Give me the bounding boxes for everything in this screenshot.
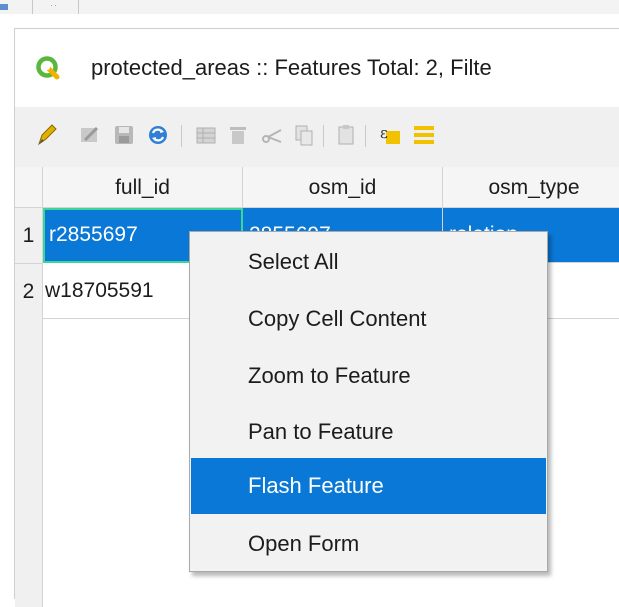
background-window-marker [0, 4, 8, 10]
attribute-toolbar: ε [15, 107, 619, 167]
cut-icon[interactable] [259, 122, 285, 148]
row-header-2[interactable]: 2 [15, 264, 43, 320]
window-title: protected_areas :: Features Total: 2, Fi… [91, 55, 492, 80]
menu-item-pan-to-feature[interactable]: Pan to Feature [191, 404, 546, 460]
menu-item-select-all[interactable]: Select All [191, 234, 546, 290]
paste-icon[interactable] [333, 122, 359, 148]
table-corner[interactable] [15, 167, 43, 208]
menu-item-copy-cell-content[interactable]: Copy Cell Content [191, 291, 546, 347]
column-header-osm-id[interactable]: osm_id [243, 167, 443, 208]
svg-text:ε: ε [380, 124, 388, 142]
cell-context-menu: Select All Copy Cell Content Zoom to Fea… [189, 231, 548, 572]
save-edits-icon[interactable] [111, 122, 137, 148]
select-all-icon[interactable] [411, 122, 437, 148]
menu-item-zoom-to-feature[interactable]: Zoom to Feature [191, 348, 546, 404]
select-by-expression-icon[interactable]: ε [377, 122, 403, 148]
menu-item-flash-feature[interactable]: Flash Feature [191, 458, 546, 514]
reload-table-icon[interactable] [145, 122, 171, 148]
toggle-editing-icon[interactable] [33, 122, 59, 148]
delete-feature-icon[interactable] [225, 122, 251, 148]
multi-edit-icon[interactable] [77, 122, 103, 148]
menu-item-open-form[interactable]: Open Form [191, 516, 546, 572]
background-window-strip: ·· [0, 0, 619, 14]
title-bar[interactable]: protected_areas :: Features Total: 2, Fi… [15, 29, 619, 107]
grip-icon: ·· [50, 0, 58, 10]
copy-icon[interactable] [291, 122, 317, 148]
qgis-logo-icon [36, 56, 60, 80]
column-header-osm-type[interactable]: osm_type [443, 167, 619, 208]
column-header-full-id[interactable]: full_id [43, 167, 243, 208]
add-feature-icon[interactable] [193, 122, 219, 148]
row-header-1[interactable]: 1 [15, 208, 43, 264]
